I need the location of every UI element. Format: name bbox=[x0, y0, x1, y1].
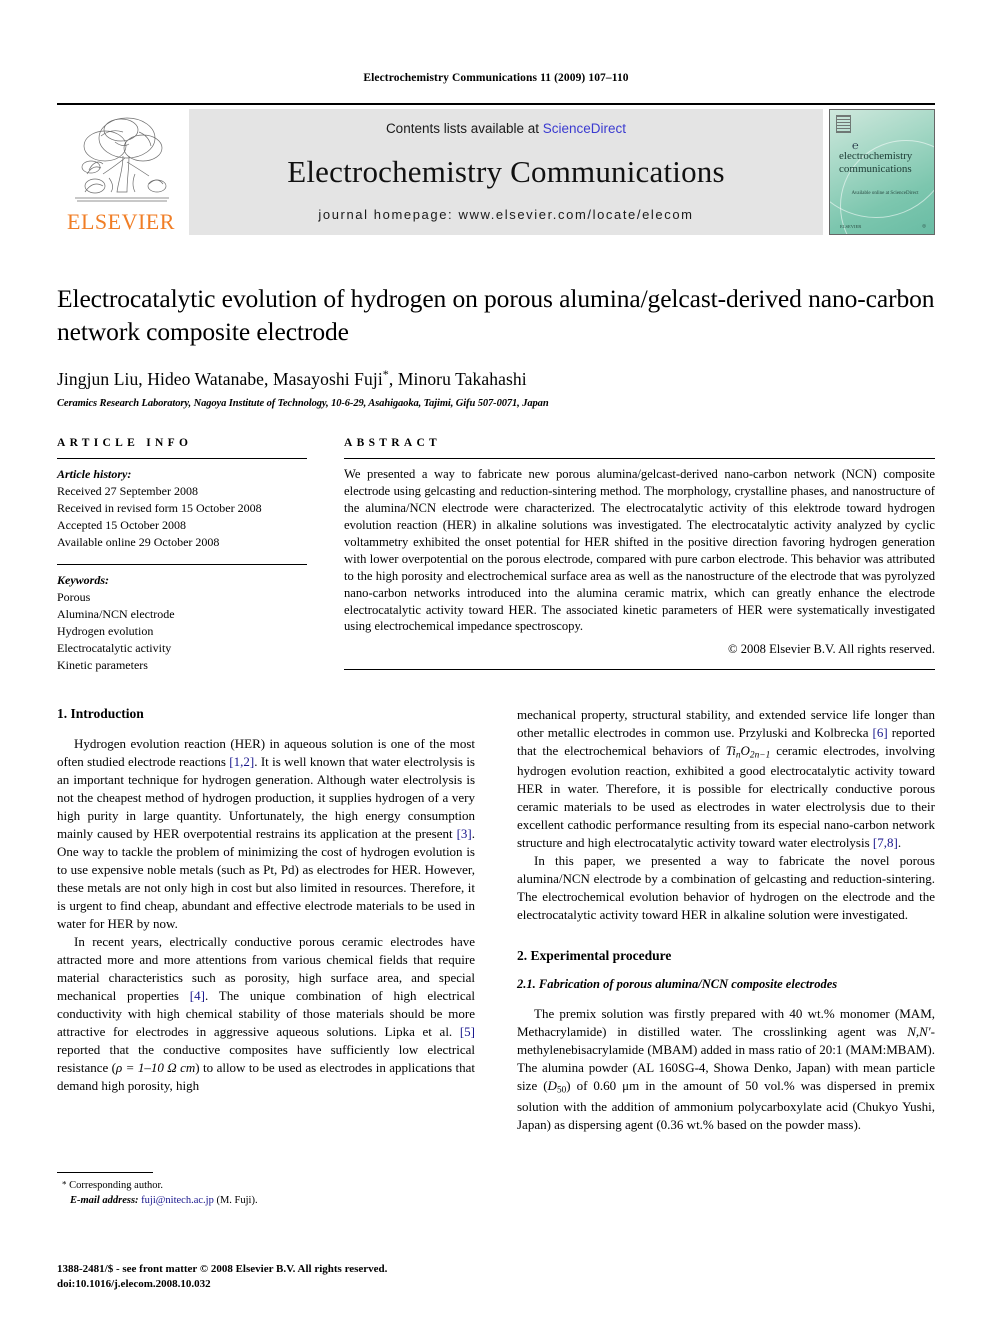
email-address-label: E-mail address: bbox=[70, 1195, 139, 1207]
journal-article-page: Electrochemistry Communications 11 (2009… bbox=[0, 0, 992, 1323]
formula-part: Ti bbox=[725, 743, 736, 758]
abstract-column: ABSTRACT We presented a way to fabricate… bbox=[344, 437, 935, 674]
paragraph-intro-2: In recent years, electrically conductive… bbox=[57, 933, 475, 1095]
article-info-rule-top bbox=[57, 458, 307, 459]
footnote-email-line: E-mail address: fuji@nitech.ac.jp (M. Fu… bbox=[57, 1193, 475, 1208]
abstract-heading: ABSTRACT bbox=[344, 437, 442, 449]
citation-link[interactable]: [1,2] bbox=[229, 754, 254, 769]
footnote-corresponding-author: * Corresponding author. bbox=[57, 1178, 475, 1193]
paragraph-intro-1: Hydrogen evolution reaction (HER) in aqu… bbox=[57, 735, 475, 933]
abstract-rule-top bbox=[344, 458, 935, 459]
keyword-item: Alumina/NCN electrode bbox=[57, 607, 175, 622]
running-head: Electrochemistry Communications 11 (2009… bbox=[363, 72, 629, 84]
abstract-rule-bottom bbox=[344, 669, 935, 671]
keywords-label: Keywords: bbox=[57, 573, 109, 588]
paragraph-intro-4: In this paper, we presented a way to fab… bbox=[517, 853, 935, 923]
footnote-block: * Corresponding author. E-mail address: … bbox=[57, 1172, 475, 1208]
history-item: Available online 29 October 2008 bbox=[57, 535, 220, 550]
page-footer: 1388-2481/$ - see front matter © 2008 El… bbox=[57, 1262, 617, 1293]
citation-link[interactable]: [4] bbox=[190, 988, 205, 1003]
citation-link[interactable]: [3] bbox=[457, 826, 472, 841]
inline-formula-d50: D50 bbox=[547, 1078, 567, 1096]
keyword-item: Electrocatalytic activity bbox=[57, 641, 172, 656]
article-history: Article history: Received 27 September 2… bbox=[57, 466, 307, 551]
contents-available-line: Contents lists available at ScienceDirec… bbox=[386, 121, 626, 136]
citation-link[interactable]: [7,8] bbox=[873, 835, 898, 850]
history-item: Received 27 September 2008 bbox=[57, 484, 198, 499]
cover-footer-left: ELSEVIER bbox=[840, 224, 862, 229]
keyword-item: Kinetic parameters bbox=[57, 658, 148, 673]
info-abstract-row: ARTICLE INFO Article history: Received 2… bbox=[57, 437, 935, 674]
article-info-rule-mid bbox=[57, 564, 307, 566]
title-block: Electrocatalytic evolution of hydrogen o… bbox=[57, 283, 935, 409]
section-heading-experimental: 2. Experimental procedure bbox=[517, 948, 672, 964]
cover-footer-right: ◎ bbox=[922, 223, 926, 228]
text-run: . bbox=[897, 835, 902, 851]
history-item: Accepted 15 October 2008 bbox=[57, 518, 186, 533]
section-heading-introduction: 1. Introduction bbox=[57, 706, 144, 721]
cover-footer: ELSEVIER ◎ bbox=[840, 223, 926, 229]
journal-masthead: ELSEVIER Contents lists available at Sci… bbox=[57, 103, 935, 235]
copyright-line: © 2008 Elsevier B.V. All rights reserved… bbox=[728, 642, 935, 657]
author-names: Jingjun Liu, Hideo Watanabe, Masayoshi F… bbox=[57, 368, 383, 389]
inline-italic-nn: N,N′ bbox=[907, 1024, 931, 1040]
affiliation: Ceramics Research Laboratory, Nagoya Ins… bbox=[57, 397, 549, 409]
contents-prefix: Contents lists available at bbox=[385, 121, 543, 136]
keywords-block: Keywords: Porous Alumina/NCN electrode H… bbox=[57, 572, 307, 674]
inline-formula-resistivity: ρ = 1–10 Ω cm bbox=[116, 1060, 196, 1075]
formula-subscript: 50 bbox=[556, 1085, 567, 1096]
footnote-rule bbox=[57, 1172, 153, 1173]
cover-subtitle: Available online at ScienceDirect bbox=[851, 191, 919, 196]
body-column-left: 1. Introduction Hydrogen evolution react… bbox=[57, 706, 475, 1226]
page-title: Electrocatalytic evolution of hydrogen o… bbox=[57, 284, 935, 346]
formula-part: D bbox=[547, 1078, 557, 1094]
article-history-label: Article history: bbox=[57, 467, 132, 481]
author-names-tail: , Minoru Takahashi bbox=[388, 368, 527, 389]
footnote-star-marker: * bbox=[62, 1179, 67, 1190]
elsevier-logo: ELSEVIER bbox=[57, 109, 185, 235]
cover-title: electrochemistry communications bbox=[839, 150, 928, 175]
paragraph-intro-3: mechanical property, structural stabilit… bbox=[517, 706, 935, 852]
sciencedirect-link[interactable]: ScienceDirect bbox=[543, 121, 626, 136]
journal-cover-thumbnail: ℮ electrochemistry communications Availa… bbox=[829, 109, 935, 235]
footer-front-matter: 1388-2481/$ - see front matter © 2008 El… bbox=[57, 1263, 388, 1275]
body-column-right: mechanical property, structural stabilit… bbox=[517, 706, 935, 1226]
journal-title: Electrochemistry Communications bbox=[287, 153, 725, 189]
formula-part: O bbox=[740, 743, 750, 758]
footer-doi[interactable]: doi:10.1016/j.elecom.2008.10.032 bbox=[57, 1277, 617, 1292]
keyword-item: Porous bbox=[57, 590, 91, 605]
author-list: Jingjun Liu, Hideo Watanabe, Masayoshi F… bbox=[57, 367, 935, 390]
body-columns: 1. Introduction Hydrogen evolution react… bbox=[57, 706, 935, 1226]
article-info-heading: ARTICLE INFO bbox=[57, 437, 193, 449]
citation-link[interactable]: [5] bbox=[460, 1024, 475, 1039]
elsevier-wordmark: ELSEVIER bbox=[67, 209, 175, 234]
keyword-item: Hydrogen evolution bbox=[57, 624, 154, 639]
text-run: The premix solution was firstly prepared… bbox=[517, 1006, 935, 1040]
formula-subscript: 2n−1 bbox=[749, 750, 771, 761]
masthead-band: Contents lists available at ScienceDirec… bbox=[189, 109, 823, 235]
text-run: ) of 0.60 μm in the amount of 50 vol.% w… bbox=[517, 1078, 936, 1132]
paragraph-experimental-1: The premix solution was firstly prepared… bbox=[517, 1005, 935, 1133]
elsevier-tree-icon bbox=[75, 117, 169, 202]
abstract-text: We presented a way to fabricate new poro… bbox=[344, 467, 935, 634]
subsection-heading-fabrication: 2.1. Fabrication of porous alumina/NCN c… bbox=[517, 977, 838, 992]
article-info-column: ARTICLE INFO Article history: Received 2… bbox=[57, 437, 307, 674]
history-item: Received in revised form 15 October 2008 bbox=[57, 501, 262, 516]
email-owner: (M. Fuji). bbox=[216, 1195, 258, 1207]
cover-title-line2: communications bbox=[839, 162, 912, 175]
cover-elsevier-badge-icon bbox=[836, 115, 851, 133]
text-run: . One way to tackle the problem of minim… bbox=[57, 826, 475, 931]
journal-homepage[interactable]: journal homepage: www.elsevier.com/locat… bbox=[318, 207, 693, 222]
citation-link[interactable]: [6] bbox=[873, 725, 888, 740]
footnote-corresponding-text: Corresponding author. bbox=[69, 1180, 164, 1191]
email-link[interactable]: fuji@nitech.ac.jp bbox=[141, 1195, 214, 1206]
inline-formula-titanium-oxide: TinO2n−1 bbox=[725, 743, 771, 761]
cover-title-line1: electrochemistry bbox=[839, 150, 913, 162]
